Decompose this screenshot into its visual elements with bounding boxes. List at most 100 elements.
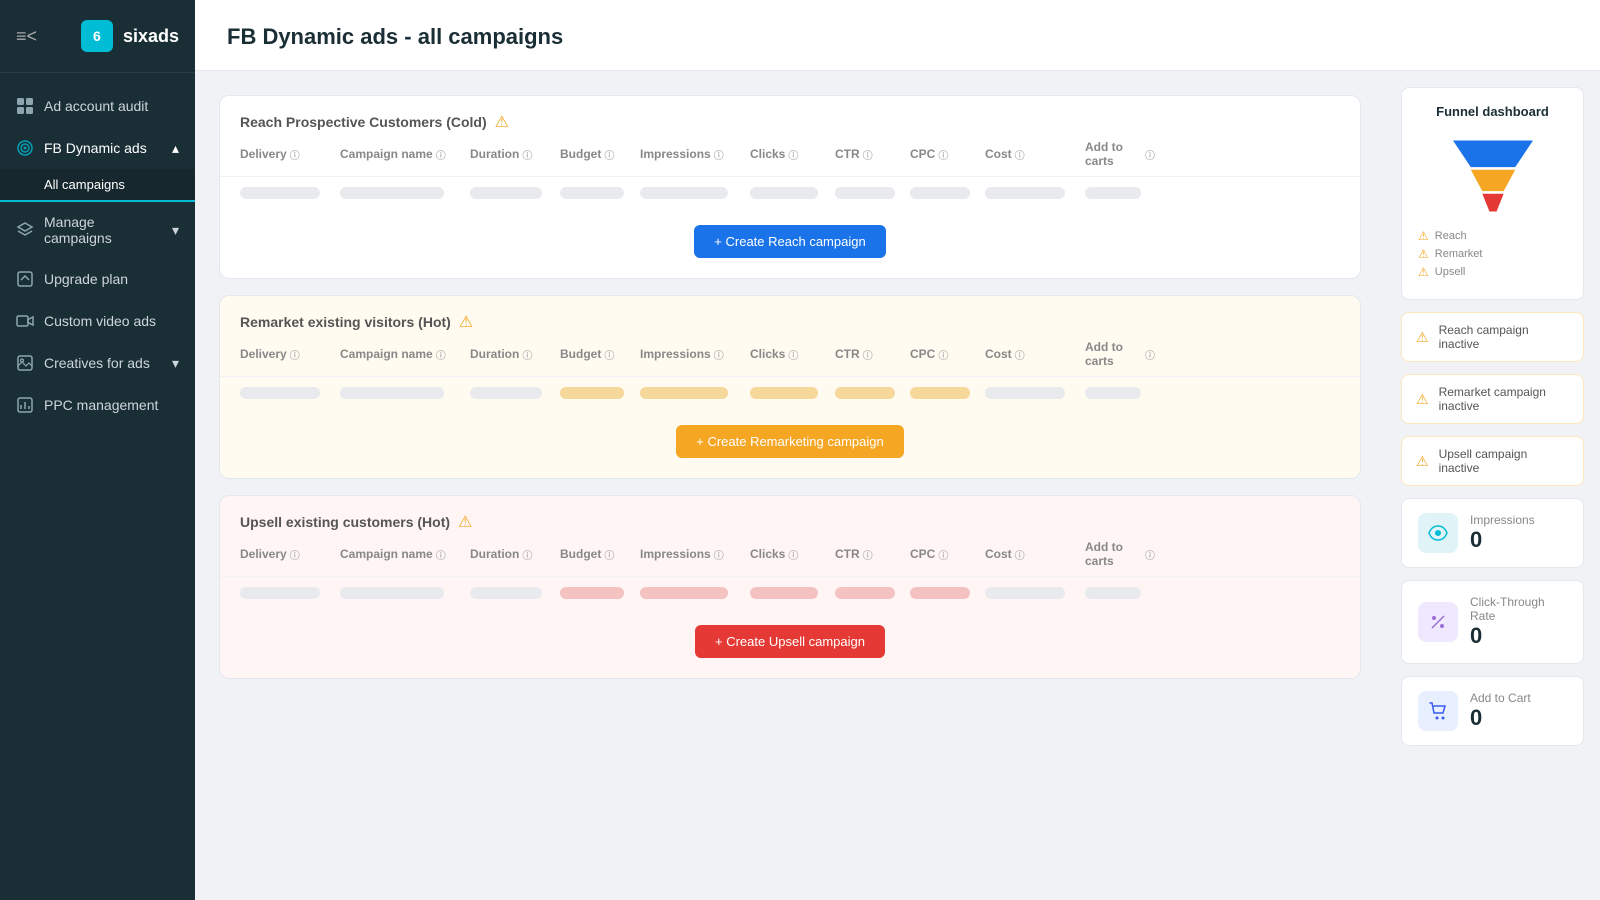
- add-to-cart-label: Add to Cart: [1470, 691, 1531, 705]
- sidebar-header: ≡< 6 sixads: [0, 0, 195, 73]
- chevron-down-icon-creatives: ▾: [172, 355, 179, 372]
- main-body: Reach Prospective Customers (Cold) ⚠ Del…: [195, 71, 1600, 900]
- reach-table-header: Delivery ⓘ Campaign name ⓘ Duration ⓘ Bu…: [220, 132, 1360, 177]
- remarket-table: Delivery ⓘ Campaign name ⓘ Duration ⓘ Bu…: [220, 332, 1360, 409]
- impressions-metric-info: Impressions 0: [1470, 513, 1535, 553]
- sidebar-label-fb-dynamic-ads: FB Dynamic ads: [44, 140, 147, 156]
- app-logo: 6: [81, 20, 113, 52]
- funnel-label-text-2: Remarket: [1435, 248, 1483, 260]
- info-icon: ⓘ: [1015, 147, 1025, 162]
- sidebar-item-ad-account-audit[interactable]: Ad account audit: [0, 85, 195, 127]
- upsell-table-header: Delivery ⓘ Campaign name ⓘ Duration ⓘ Bu…: [220, 532, 1360, 577]
- col-delivery: Delivery ⓘ: [240, 340, 340, 368]
- target-icon: [16, 139, 34, 157]
- sidebar-item-ppc-management[interactable]: PPC management: [0, 384, 195, 426]
- info-icon: ⓘ: [714, 147, 724, 162]
- col-duration: Duration ⓘ: [470, 140, 560, 168]
- campaigns-area: Reach Prospective Customers (Cold) ⚠ Del…: [195, 71, 1385, 900]
- info-icon: ⓘ: [522, 147, 532, 162]
- percent-icon: [1427, 611, 1449, 633]
- create-reach-campaign-button[interactable]: + Create Reach campaign: [694, 225, 885, 258]
- sidebar-item-manage-campaigns[interactable]: Manage campaigns ▾: [0, 202, 195, 258]
- hamburger-icon[interactable]: ≡<: [16, 26, 37, 47]
- col-budget: Budget ⓘ: [560, 140, 640, 168]
- upsell-inactive-alert[interactable]: ⚠ Upsell campaign inactive: [1401, 436, 1584, 486]
- video-icon: [16, 312, 34, 330]
- col-duration: Duration ⓘ: [470, 340, 560, 368]
- skeleton: [470, 387, 542, 399]
- reach-inactive-alert[interactable]: ⚠ Reach campaign inactive: [1401, 312, 1584, 362]
- col-campaign-name: Campaign name ⓘ: [340, 340, 470, 368]
- col-add-to-carts: Add to carts ⓘ: [1085, 340, 1155, 368]
- upsell-warning-icon: ⚠: [458, 512, 472, 532]
- skeleton: [750, 387, 818, 399]
- skeleton: [640, 387, 728, 399]
- info-icon: ⓘ: [863, 547, 873, 562]
- info-icon: ⓘ: [1015, 347, 1025, 362]
- ctr-icon-wrap: [1418, 602, 1458, 642]
- section-remarket-header: Remarket existing visitors (Hot) ⚠: [220, 296, 1360, 332]
- skeleton: [985, 587, 1065, 599]
- app-brand: sixads: [123, 26, 179, 47]
- skeleton: [1085, 187, 1141, 199]
- funnel-label-reach: ⚠ Reach: [1418, 229, 1567, 243]
- sidebar-item-fb-dynamic-ads[interactable]: FB Dynamic ads ▴: [0, 127, 195, 169]
- page-header: FB Dynamic ads - all campaigns: [195, 0, 1600, 71]
- skeleton: [560, 387, 624, 399]
- remarket-inactive-alert[interactable]: ⚠ Remarket campaign inactive: [1401, 374, 1584, 424]
- info-icon: ⓘ: [938, 347, 948, 362]
- cart-icon: [1427, 700, 1449, 722]
- reach-table: Delivery ⓘ Campaign name ⓘ Duration ⓘ Bu…: [220, 132, 1360, 209]
- sidebar-item-creatives-for-ads[interactable]: Creatives for ads ▾: [0, 342, 195, 384]
- skeleton: [910, 187, 970, 199]
- section-upsell-header: Upsell existing customers (Hot) ⚠: [220, 496, 1360, 532]
- col-campaign-name: Campaign name ⓘ: [340, 540, 470, 568]
- reach-alert-text: Reach campaign inactive: [1439, 323, 1569, 351]
- info-icon: ⓘ: [290, 147, 300, 162]
- col-campaign-name: Campaign name ⓘ: [340, 140, 470, 168]
- col-cost: Cost ⓘ: [985, 140, 1085, 168]
- sidebar-item-custom-video-ads[interactable]: Custom video ads: [0, 300, 195, 342]
- skeleton: [835, 587, 895, 599]
- sidebar-label-creatives-for-ads: Creatives for ads: [44, 355, 150, 371]
- info-icon: ⓘ: [290, 347, 300, 362]
- skeleton: [340, 187, 444, 199]
- skeleton: [835, 387, 895, 399]
- skeleton: [240, 587, 320, 599]
- funnel-label-text-1: Reach: [1435, 230, 1467, 242]
- info-icon: ⓘ: [863, 347, 873, 362]
- skeleton: [560, 587, 624, 599]
- impressions-metric-card: Impressions 0: [1401, 498, 1584, 568]
- remarket-table-header: Delivery ⓘ Campaign name ⓘ Duration ⓘ Bu…: [220, 332, 1360, 377]
- funnel-labels: ⚠ Reach ⚠ Remarket ⚠ Upsell: [1418, 229, 1567, 279]
- create-upsell-campaign-button[interactable]: + Create Upsell campaign: [695, 625, 885, 658]
- info-icon: ⓘ: [1015, 547, 1025, 562]
- add-to-cart-metric-card: Add to Cart 0: [1401, 676, 1584, 746]
- add-to-cart-icon-wrap: [1418, 691, 1458, 731]
- info-icon: ⓘ: [1145, 547, 1155, 562]
- col-impressions: Impressions ⓘ: [640, 140, 750, 168]
- skeleton: [240, 387, 320, 399]
- ctr-metric-card: Click-Through Rate 0: [1401, 580, 1584, 664]
- layers-icon: [16, 221, 34, 239]
- fb-dynamic-subnav: All campaigns: [0, 169, 195, 202]
- col-clicks: Clicks ⓘ: [750, 540, 835, 568]
- section-reach-header: Reach Prospective Customers (Cold) ⚠: [220, 96, 1360, 132]
- funnel-label-upsell: ⚠ Upsell: [1418, 265, 1567, 279]
- sidebar-item-upgrade-plan[interactable]: Upgrade plan: [0, 258, 195, 300]
- info-icon: ⓘ: [522, 547, 532, 562]
- col-clicks: Clicks ⓘ: [750, 140, 835, 168]
- subnav-all-campaigns[interactable]: All campaigns: [0, 169, 195, 202]
- info-icon: ⓘ: [522, 347, 532, 362]
- chevron-up-icon: ▴: [172, 140, 179, 157]
- skeleton: [910, 587, 970, 599]
- section-upsell-title: Upsell existing customers (Hot): [240, 514, 450, 530]
- col-delivery: Delivery ⓘ: [240, 540, 340, 568]
- funnel-warning-2: ⚠: [1418, 247, 1429, 261]
- create-remarketing-campaign-button[interactable]: + Create Remarketing campaign: [676, 425, 904, 458]
- funnel-warning-1: ⚠: [1418, 229, 1429, 243]
- skeleton: [750, 187, 818, 199]
- reach-warning-icon: ⚠: [495, 112, 509, 132]
- reach-footer: + Create Reach campaign: [220, 209, 1360, 278]
- section-remarket: Remarket existing visitors (Hot) ⚠ Deliv…: [219, 295, 1361, 479]
